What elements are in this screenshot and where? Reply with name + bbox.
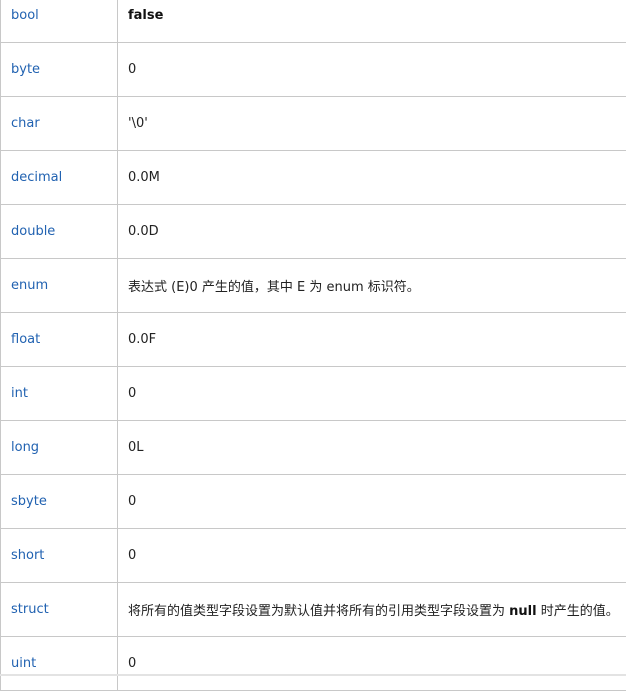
default-value: 0 [128, 656, 136, 671]
default-value-cell: false [118, 0, 626, 43]
default-value: 0 [128, 62, 136, 77]
type-link-float[interactable]: float [11, 332, 40, 347]
default-value-text: 0 [128, 548, 136, 563]
type-cell: enum [1, 259, 118, 313]
default-value-cell: 0.0M [118, 151, 626, 205]
default-value: 0 [128, 548, 136, 563]
type-cell: uint [1, 637, 118, 691]
default-value-cell: 0.0F [118, 313, 626, 367]
type-cell: short [1, 529, 118, 583]
table-row: float 0.0F [1, 313, 626, 367]
type-link-uint[interactable]: uint [11, 656, 36, 671]
type-link-decimal[interactable]: decimal [11, 170, 62, 185]
default-values-table: bool false byte 0 char '\0' decimal 0.0M… [0, 0, 626, 691]
type-cell: bool [1, 0, 118, 43]
type-link-struct[interactable]: struct [11, 602, 49, 617]
table-row: long 0L [1, 421, 626, 475]
default-value-cell: 0 [118, 637, 626, 691]
type-cell: double [1, 205, 118, 259]
default-value: 0.0M [128, 170, 160, 185]
default-value-text: 0 [128, 494, 136, 509]
default-value: 0 [128, 494, 136, 509]
default-value-text: 将所有的值类型字段设置为默认值并将所有的引用类型字段设置为 [128, 604, 509, 619]
table-row: struct 将所有的值类型字段设置为默认值并将所有的引用类型字段设置为 nul… [1, 583, 626, 637]
type-link-char[interactable]: char [11, 116, 40, 131]
table-row: enum 表达式 (E)0 产生的值，其中 E 为 enum 标识符。 [1, 259, 626, 313]
default-value-text: 0 [128, 62, 136, 77]
table-row: sbyte 0 [1, 475, 626, 529]
type-link-long[interactable]: long [11, 440, 39, 455]
default-value-text: 0 [128, 656, 136, 671]
default-value: 0.0D [128, 224, 159, 239]
default-value: 将所有的值类型字段设置为默认值并将所有的引用类型字段设置为 null 时产生的值… [128, 604, 619, 619]
default-value: '\0' [128, 116, 148, 131]
default-value-cell: 0 [118, 475, 626, 529]
type-cell: char [1, 97, 118, 151]
table-row: bool false [1, 0, 626, 43]
type-cell: long [1, 421, 118, 475]
default-value-suffix: 时产生的值。 [537, 604, 619, 619]
default-value-cell: 表达式 (E)0 产生的值，其中 E 为 enum 标识符。 [118, 259, 626, 313]
type-link-short[interactable]: short [11, 548, 44, 563]
default-values-table-container: bool false byte 0 char '\0' decimal 0.0M… [0, 0, 626, 691]
default-value: 0 [128, 386, 136, 401]
default-value-text: '\0' [128, 116, 148, 131]
default-value-cell: 将所有的值类型字段设置为默认值并将所有的引用类型字段设置为 null 时产生的值… [118, 583, 626, 637]
type-link-double[interactable]: double [11, 224, 55, 239]
type-cell: sbyte [1, 475, 118, 529]
default-value-cell: 0 [118, 529, 626, 583]
type-cell: struct [1, 583, 118, 637]
table-row: double 0.0D [1, 205, 626, 259]
type-cell: int [1, 367, 118, 421]
table-row: decimal 0.0M [1, 151, 626, 205]
table-row: short 0 [1, 529, 626, 583]
type-link-int[interactable]: int [11, 386, 28, 401]
type-link-bool[interactable]: bool [11, 8, 39, 23]
default-value: 表达式 (E)0 产生的值，其中 E 为 enum 标识符。 [128, 280, 420, 295]
type-cell: byte [1, 43, 118, 97]
default-value-text: 0.0F [128, 332, 156, 347]
table-row: char '\0' [1, 97, 626, 151]
default-value-cell: 0L [118, 421, 626, 475]
default-value-keyword: null [509, 604, 536, 619]
default-value-text: 0 [128, 386, 136, 401]
default-value: 0.0F [128, 332, 156, 347]
default-value-cell: 0 [118, 367, 626, 421]
table-row: byte 0 [1, 43, 626, 97]
default-value: 0L [128, 440, 144, 455]
default-value-text: 0L [128, 440, 144, 455]
default-value-cell: '\0' [118, 97, 626, 151]
default-value: false [128, 8, 163, 23]
type-link-byte[interactable]: byte [11, 62, 40, 77]
default-value-text: 表达式 (E)0 产生的值，其中 E 为 enum 标识符。 [128, 280, 420, 295]
type-link-sbyte[interactable]: sbyte [11, 494, 47, 509]
type-link-enum[interactable]: enum [11, 278, 48, 293]
table-row: uint 0 [1, 637, 626, 691]
table-row: int 0 [1, 367, 626, 421]
default-value-keyword: false [128, 8, 163, 23]
type-cell: decimal [1, 151, 118, 205]
default-value-text: 0.0M [128, 170, 160, 185]
type-cell: float [1, 313, 118, 367]
default-value-text: 0.0D [128, 224, 159, 239]
default-value-cell: 0 [118, 43, 626, 97]
default-value-cell: 0.0D [118, 205, 626, 259]
